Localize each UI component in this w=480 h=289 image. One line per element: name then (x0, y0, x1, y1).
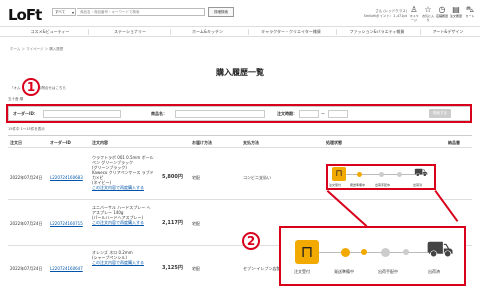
order-id-link[interactable]: L220724160647 (50, 266, 83, 272)
order-date: 2022年07月24日 (10, 175, 43, 180)
status-label-preparing: 発送準備中 (334, 269, 354, 274)
detail-search-button[interactable]: 詳細検索 (208, 7, 234, 17)
result-count: 15件中 1〜15件を表示 (8, 127, 45, 131)
bag-icon: ⊓ (295, 240, 319, 264)
loft-logo[interactable]: LoFt (8, 6, 42, 24)
status-dot-pending (403, 249, 409, 255)
search-input[interactable]: 商品名・商品番号・キーワードで検索 (77, 8, 205, 16)
nav-item-stationery[interactable]: ステーショナリー (95, 29, 165, 35)
mypage-icon[interactable]: ♙ マイページ (408, 5, 420, 22)
status-label-shipped: 出荷済 (413, 183, 423, 187)
nav-item-character[interactable]: キャラクター・クリエイター雑貨 (250, 29, 332, 35)
callout-line-left (326, 190, 368, 227)
chevron-down-icon: ▾ (71, 10, 74, 15)
col-content: 注文内容 (92, 140, 108, 145)
bag-icon: ⊓ (332, 167, 346, 181)
status-dot-pending (397, 172, 402, 177)
col-status: 処理状態 (326, 140, 342, 145)
breadcrumb[interactable]: ホーム ＞ マイページ ＞ 購入履歴 (10, 47, 63, 52)
reorder-link[interactable]: この注文内容で再度購入する (92, 260, 154, 265)
delivery-method: 宅配 (192, 175, 200, 180)
order-date: 2022年07月24日 (10, 221, 43, 226)
user-points: Smiloftポイント：1,471pt (363, 13, 407, 18)
order-price: 2,117円 (162, 220, 183, 226)
order-content: ウラフトラボ 001 0.5mm ボールペン グリーンブラック (グリーンブラック… (92, 155, 154, 190)
callout-line-right (434, 190, 459, 222)
truck-icon: ⛟ (414, 166, 428, 179)
history-icon[interactable]: ◷ 店舗履歴 (436, 5, 448, 18)
callout-badge-1: 1 (22, 78, 40, 96)
order-date: 2022年07月24日 (10, 266, 43, 271)
order-content: オレンズ ネロ 0.2mm (シャープペンシル) この注文内容で再度購入する (92, 250, 154, 265)
category-nav: コスメ&ビューティー ステーショナリー ホーム&キッチン キャラクター・クリエイ… (0, 26, 480, 37)
status-label-arranging: 出荷手配中 (375, 183, 391, 187)
category-select[interactable]: すべて ▾ (52, 8, 76, 16)
status-dot-arranging (381, 248, 390, 257)
reorder-link[interactable]: この注文内容で再度購入する (92, 185, 154, 190)
callout-box-1 (6, 104, 472, 123)
sort-note: 五十音 順 (8, 97, 24, 101)
order-table (8, 135, 472, 136)
nav-item-home[interactable]: ホーム&キッチン (175, 29, 240, 35)
category-select-value: すべて (55, 10, 66, 14)
reorder-link[interactable]: この注文内容で再度購入する (92, 220, 154, 225)
order-icon[interactable]: ▤ 注文履歴 (450, 5, 462, 18)
delivery-method: 宅配 (192, 221, 200, 226)
favorite-icon[interactable]: ☆ お気に入り (422, 5, 434, 22)
order-content: ユニバーサル ハードスプレー ヘアスプレー 140g (パールハードヘアスプレー)… (92, 205, 154, 225)
page-title: 購入履歴一覧 (216, 68, 264, 77)
col-payment: 支払方法 (243, 140, 259, 145)
order-price: 5,800円 (162, 174, 183, 180)
delivery-method: 宅配 (192, 266, 200, 271)
status-label-shipped: 出荷済 (428, 269, 440, 274)
status-label-received: 注文受付 (294, 269, 310, 274)
status-label-arranging: 出荷手配中 (378, 269, 398, 274)
nav-item-art[interactable]: アート&デザイン (422, 29, 474, 35)
status-dot-small (361, 249, 367, 255)
user-info: さん (レッドクラス) Smiloftポイント：1,471pt (325, 9, 407, 18)
status-tracker-zoom: ⊓ ⛟ 注文受付 発送準備中 出荷手配中 出荷済 (279, 226, 466, 286)
col-delivery: お届け方法 (192, 140, 212, 145)
order-price: 3,125円 (162, 265, 183, 271)
order-id-link[interactable]: L220724160683 (50, 175, 83, 181)
col-invoice: 納品書 (448, 140, 460, 145)
col-date: 注文日 (10, 140, 22, 145)
status-label-received: 注文受付 (329, 183, 342, 187)
order-id-link[interactable]: L220724160715 (50, 221, 83, 227)
status-label-preparing: 発送準備中 (350, 183, 366, 187)
col-order-id: オーダーID (50, 140, 71, 145)
status-dot-preparing (357, 172, 362, 177)
status-dot-arranging (379, 172, 384, 177)
nav-item-fashion[interactable]: ファッション&バラエティ雑貨 (338, 29, 416, 35)
cart-icon[interactable]: ⛍ カート (464, 5, 476, 18)
nav-item-cosme[interactable]: コスメ&ビューティー (20, 29, 80, 35)
payment-method: コンビニ支払い (243, 175, 271, 180)
status-dot-preparing (341, 248, 350, 257)
truck-icon: ⛟ (426, 237, 454, 262)
search-placeholder: 商品名・商品番号・キーワードで検索 (80, 10, 140, 14)
callout-badge-2: 2 (242, 232, 260, 250)
